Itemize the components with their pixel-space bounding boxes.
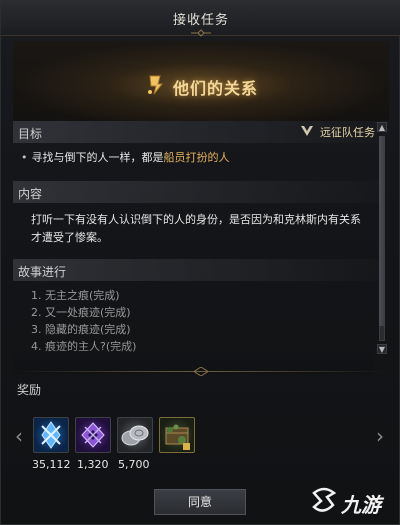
divider-ornament-icon	[194, 367, 208, 376]
goal-header-label: 目标	[18, 127, 43, 141]
blue-crystal-icon	[41, 421, 61, 449]
goal-text: • 寻找与倒下的人一样，都是船员打扮的人	[21, 149, 230, 165]
guild-tag-label: 远征队任务	[320, 126, 375, 139]
reward-slot-mossy-chest[interactable]	[159, 417, 195, 453]
scroll-down-button[interactable]: ▼	[377, 344, 387, 354]
title-ornament-icon	[191, 29, 211, 37]
reward-slot-purple-gem[interactable]	[75, 417, 111, 453]
goal-text-prefix: 寻找与倒下的人一样，都是	[31, 151, 164, 164]
story-header-label: 故事进行	[18, 265, 67, 279]
content-text: 打听一下有没有人认识倒下的人的身份，是否因为和克林斯内有关系才遭受了惨案。	[31, 213, 361, 244]
watermark-text: 九游	[341, 493, 381, 517]
rewards-next-arrow[interactable]: ›	[376, 426, 384, 446]
agree-button[interactable]: 同意	[154, 489, 246, 515]
list-fade-overlay	[13, 346, 373, 374]
quest-scrollbar[interactable]: ▲ ▼	[377, 122, 387, 355]
quest-exclamation-icon	[148, 75, 164, 95]
content-header-label: 内容	[18, 187, 43, 201]
goal-text-highlight: 船员打扮的人	[163, 151, 230, 164]
quest-accept-window: 接收任务 他们的关系 目标 远征队任务 • 寻找与倒下的人一样，都是船员打扮的人 …	[0, 0, 400, 525]
mossy-chest-icon	[165, 424, 190, 450]
expedition-v-icon	[301, 126, 313, 136]
rewards-label: 奖励	[17, 383, 42, 397]
title-bar: 接收任务	[1, 1, 400, 37]
content-section-header: 内容	[13, 181, 379, 203]
story-item: 2. 又一处痕迹(完成)	[31, 306, 131, 319]
reward-slot-blue-crystal[interactable]	[33, 417, 69, 453]
guild-quest-tag: 远征队任务	[301, 124, 375, 140]
story-item: 3. 隐藏的痕迹(完成)	[31, 323, 131, 336]
watermark: 九游	[309, 483, 399, 519]
scroll-up-button[interactable]: ▲	[377, 122, 387, 132]
reward-count: 1,320	[77, 458, 109, 471]
reward-count: 5,700	[118, 458, 150, 471]
story-list: 1. 无主之痕(完成) 2. 又一处痕迹(完成) 3. 隐藏的痕迹(完成) 4.…	[31, 287, 361, 355]
jiuyou-logo-icon	[312, 487, 337, 512]
goal-section-header: 目标 远征队任务	[13, 121, 379, 143]
goal-bullet: •	[21, 151, 28, 164]
rewards-prev-arrow[interactable]: ‹	[15, 426, 23, 446]
window-title: 接收任务	[172, 13, 229, 28]
quest-banner: 他们的关系	[13, 41, 389, 121]
story-section-header: 故事进行	[13, 259, 379, 281]
purple-gem-icon	[81, 422, 105, 448]
story-item: 1. 无主之痕(完成)	[31, 289, 120, 302]
scroll-thumb[interactable]	[379, 136, 385, 326]
reward-count: 35,112	[32, 458, 71, 471]
silver-coins-icon	[121, 425, 149, 446]
quest-title: 他们的关系	[173, 79, 259, 98]
reward-slot-silver-coins[interactable]	[117, 417, 153, 453]
